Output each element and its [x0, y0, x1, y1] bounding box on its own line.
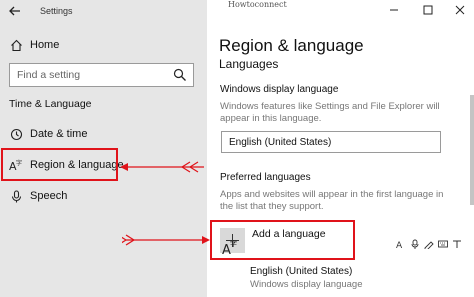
- title-bar: Settings: [0, 0, 207, 24]
- display-language-description: appear in this language.: [220, 113, 322, 124]
- search-icon[interactable]: [173, 68, 187, 82]
- speech-feature-icon: [410, 236, 420, 249]
- nav-home-label: Home: [30, 39, 60, 51]
- display-language-feature-icon: A: [396, 236, 406, 251]
- scrollbar[interactable]: [470, 95, 474, 205]
- microphone-icon: [9, 189, 23, 203]
- language-icon: A字: [222, 238, 238, 261]
- highlight-box-region-language: [1, 148, 118, 181]
- sidebar-item-label: Speech: [30, 190, 68, 202]
- search-input[interactable]: Find a setting: [9, 63, 194, 87]
- watermark: Howtoconnect: [228, 0, 287, 9]
- page-title: Region & language: [219, 36, 364, 55]
- back-arrow-icon[interactable]: [8, 4, 22, 18]
- nav-item-home[interactable]: Home: [0, 32, 207, 58]
- keyboard-feature-icon: [438, 236, 448, 248]
- display-language-value: English (United States): [229, 137, 332, 148]
- section-heading: Time & Language: [9, 98, 92, 110]
- language-subtitle: Windows display language: [250, 279, 363, 290]
- display-language-dropdown[interactable]: English (United States): [221, 131, 441, 153]
- languages-heading: Languages: [219, 57, 279, 71]
- preferred-languages-description: Apps and websites will appear in the fir…: [220, 189, 444, 200]
- sidebar-item-date-time[interactable]: Date & time: [0, 121, 207, 147]
- maximize-icon[interactable]: [418, 0, 438, 20]
- search-placeholder: Find a setting: [17, 69, 81, 81]
- preferred-languages-description: the list that they support.: [220, 201, 324, 212]
- sidebar-item-label: Date & time: [30, 128, 88, 140]
- minimize-icon[interactable]: [384, 0, 404, 20]
- svg-text:字: 字: [230, 239, 237, 248]
- svg-text:A: A: [396, 241, 403, 249]
- text-feature-icon: [452, 236, 462, 248]
- preferred-languages-label: Preferred languages: [220, 172, 311, 183]
- handwriting-feature-icon: [424, 236, 434, 251]
- display-language-description: Windows features like Settings and File …: [220, 101, 440, 112]
- sidebar-item-speech[interactable]: Speech: [0, 183, 207, 209]
- home-icon: [9, 38, 23, 52]
- annotation-arrow-region: [120, 161, 204, 173]
- app-title: Settings: [40, 6, 73, 16]
- display-language-label: Windows display language: [220, 84, 339, 95]
- clock-icon: [9, 127, 23, 141]
- language-name[interactable]: English (United States): [250, 266, 352, 277]
- close-icon[interactable]: [450, 0, 470, 20]
- annotation-arrow-add: [122, 234, 210, 246]
